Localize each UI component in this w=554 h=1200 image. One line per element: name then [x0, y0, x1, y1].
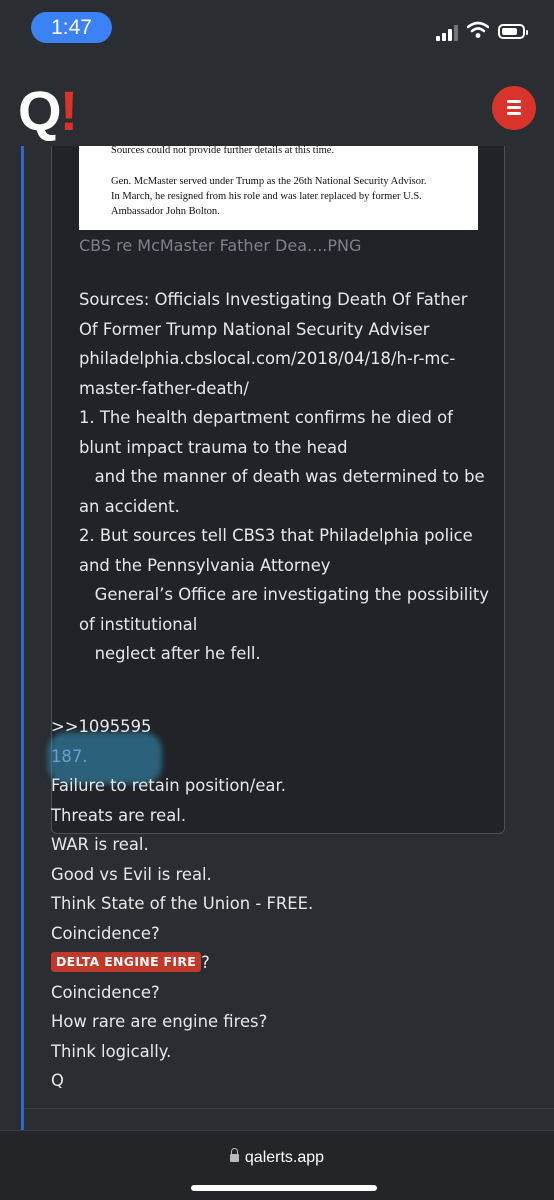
- signature: Q: [51, 1071, 64, 1090]
- clipping-line: Gen. McMaster served under Trump as the …: [111, 176, 427, 187]
- tag-badge[interactable]: DELTA ENGINE FIRE: [51, 952, 202, 972]
- url-display[interactable]: qalerts.app: [0, 1148, 554, 1167]
- post-line: WAR is real.: [51, 835, 149, 854]
- quoted-post-text: Sources: Officials Investigating Death O…: [79, 290, 490, 663]
- post-line: Coincidence?: [51, 982, 160, 1002]
- app-header: Q!: [0, 58, 554, 146]
- wifi-icon: [467, 21, 489, 38]
- post-line: 187.: [51, 746, 88, 766]
- browser-address-bar[interactable]: qalerts.app: [0, 1130, 554, 1200]
- post-line: How rare are engine fires?: [51, 1012, 268, 1031]
- attachment-image[interactable]: Sources could not provide further detail…: [79, 146, 478, 230]
- attachment-filename[interactable]: CBS re McMaster Father Dea....PNG: [79, 236, 361, 255]
- divider: [24, 1108, 554, 1109]
- post-line: Failure to retain position/ear.: [51, 776, 286, 795]
- post-line: Good vs Evil is real.: [51, 864, 212, 884]
- post-line: Threats are real.: [51, 805, 187, 825]
- url-text: qalerts.app: [244, 1149, 325, 1166]
- menu-button[interactable]: [492, 86, 536, 130]
- tag-suffix: ?: [201, 953, 210, 972]
- post-line: Coincidence?: [51, 923, 160, 943]
- clipping-line: Sources could not provide further detail…: [111, 146, 335, 156]
- status-bar: 1:47: [0, 0, 554, 58]
- reply-link[interactable]: >>1095595: [51, 712, 531, 742]
- site-logo[interactable]: Q!: [18, 83, 78, 139]
- status-time: 1:47: [31, 12, 112, 43]
- post-body: >>1095595 187. Failure to retain positio…: [51, 712, 531, 1096]
- home-indicator[interactable]: [191, 1185, 377, 1191]
- cellular-signal-icon: [436, 25, 460, 41]
- battery-icon: [498, 24, 528, 39]
- tag-line: DELTA ENGINE FIRE?: [51, 948, 531, 978]
- clipping-line: Ambassador John Bolton.: [111, 206, 220, 217]
- thread-left-bar: [21, 146, 24, 1130]
- post-content: Sources could not provide further detail…: [0, 146, 554, 1130]
- post-line: Think logically.: [51, 1041, 172, 1061]
- post-line: Think State of the Union - FREE.: [51, 894, 314, 913]
- lock-icon: [229, 1148, 239, 1162]
- clipping-line: In March, he resigned from his role and …: [111, 191, 422, 202]
